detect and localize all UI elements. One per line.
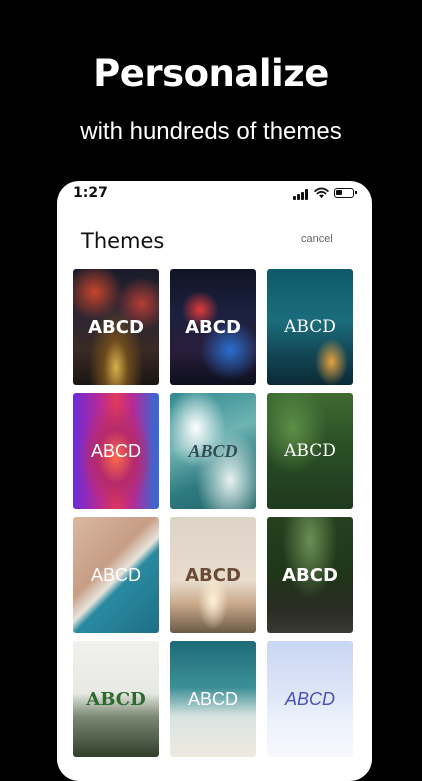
theme-label: ABCD bbox=[187, 688, 238, 709]
theme-label: ABCD bbox=[284, 688, 335, 709]
status-bar: 1:27 bbox=[57, 181, 372, 207]
theme-label: ABCD bbox=[188, 440, 238, 461]
theme-label: ABCD bbox=[284, 441, 336, 461]
battery-icon bbox=[334, 188, 357, 198]
theme-tile-2[interactable]: ABCD bbox=[170, 269, 256, 385]
screen-title: Themes bbox=[81, 229, 165, 253]
theme-label: ABCD bbox=[185, 316, 241, 338]
theme-tile-9[interactable]: ABCD bbox=[267, 517, 353, 633]
signal-icon bbox=[293, 189, 309, 200]
subline: with hundreds of themes bbox=[80, 118, 342, 145]
theme-tile-5[interactable]: ABCD bbox=[170, 393, 256, 509]
theme-label: ABCD bbox=[90, 564, 141, 585]
theme-tile-1[interactable]: ABCD bbox=[73, 269, 159, 385]
cancel-button[interactable]: cancel bbox=[301, 233, 333, 245]
theme-label: ABCD bbox=[185, 564, 241, 586]
theme-tile-12[interactable]: ABCD bbox=[267, 641, 353, 757]
theme-tile-10[interactable]: ABCD bbox=[73, 641, 159, 757]
theme-label: ABCD bbox=[284, 317, 336, 337]
wifi-icon bbox=[314, 187, 329, 199]
theme-tile-3[interactable]: ABCD bbox=[267, 269, 353, 385]
theme-tile-6[interactable]: ABCD bbox=[267, 393, 353, 509]
headline: Personalize bbox=[93, 52, 329, 95]
phone-frame: 1:27 Themes cancel ABCD ABCD ABCD ABCD A… bbox=[57, 181, 372, 781]
theme-tile-7[interactable]: ABCD bbox=[73, 517, 159, 633]
theme-label: ABCD bbox=[90, 440, 141, 461]
theme-label: ABCD bbox=[282, 564, 338, 586]
status-time: 1:27 bbox=[73, 185, 108, 201]
theme-label: ABCD bbox=[86, 688, 146, 710]
theme-tile-11[interactable]: ABCD bbox=[170, 641, 256, 757]
theme-tile-8[interactable]: ABCD bbox=[170, 517, 256, 633]
theme-tile-4[interactable]: ABCD bbox=[73, 393, 159, 509]
theme-label: ABCD bbox=[88, 316, 144, 338]
